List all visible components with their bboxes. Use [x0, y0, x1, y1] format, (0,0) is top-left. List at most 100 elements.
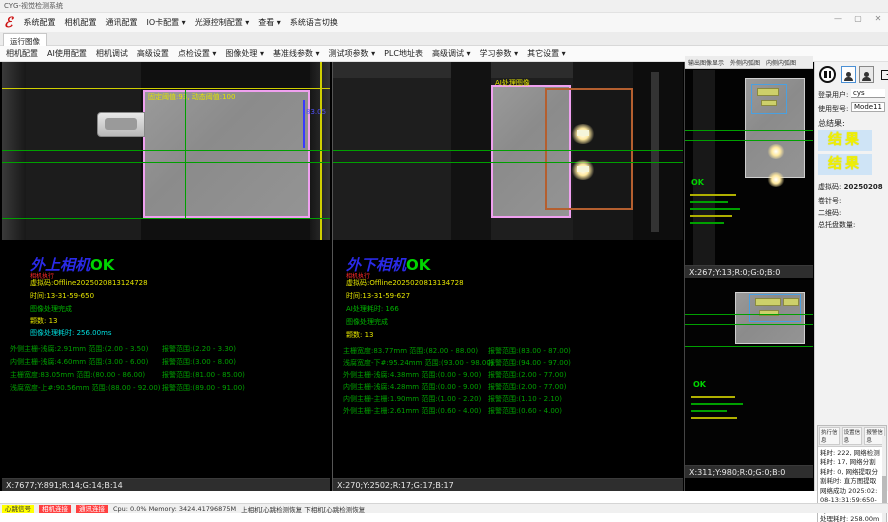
tool-other-settings[interactable]: 其它设置 ▾ [527, 48, 566, 59]
tool-camera-debug[interactable]: 相机调试 [96, 48, 128, 59]
measurement-row: 外侧主栅-浅腐:4.38mm 范围:(0.00 - 9.00) [343, 370, 481, 380]
yellow-edge-line [320, 62, 322, 240]
maximize-button[interactable]: ▢ [852, 14, 864, 23]
mini-text-bar [690, 194, 736, 196]
tray-count-label: 总托盘数量: [818, 220, 855, 230]
time-text: 时间:13-31-59-650 [30, 291, 94, 301]
camera-status-lower: X:270;Y:2502;R:17;G:17;B:17 [333, 478, 683, 491]
cpu-memory-text: Cpu: 0.0% Memory: 3424.41796875M [113, 505, 236, 513]
right-sidebar: 登录用户: cys 使用型号: Mode11 总结果: 结果 结果 虚拟码: 2… [814, 62, 888, 491]
mini-roi-box [751, 84, 787, 114]
log-tab-settings[interactable]: 设置信息 [842, 427, 863, 445]
tool-camera-config[interactable]: 相机配置 [6, 48, 38, 59]
person-icon [864, 72, 869, 77]
mini-ok-badge: OK [693, 380, 706, 389]
measurement-row: 外侧主栅-主栅:2.61mm 范围:(0.60 - 4.00) [343, 406, 481, 416]
time-text: 时间:13-31-59-627 [346, 291, 410, 301]
minimize-button[interactable]: — [832, 14, 844, 23]
tool-spot-check[interactable]: 点检设置 ▾ [178, 48, 217, 59]
log-tab-run[interactable]: 执行信息 [819, 427, 840, 445]
tool-plc-table[interactable]: PLC地址表 [384, 48, 423, 59]
tool-test-params[interactable]: 测试项参数 ▾ [329, 48, 376, 59]
app-window: CYG-视觉检测系统 ℰ 系统配置 相机配置 通讯配置 IO卡配置 ▾ 光源控制… [0, 0, 888, 522]
mini-text-bar [690, 215, 732, 217]
tab-inner-arc[interactable]: 内侧内弧图 [766, 58, 796, 67]
menu-language-switch[interactable]: 系统语言切换 [290, 17, 338, 28]
count-text: 颗数: 13 [346, 330, 374, 340]
measure-line [2, 162, 330, 163]
alarm-range: 报警范围:(89.00 - 91.00) [162, 383, 245, 393]
menu-camera-config[interactable]: 相机配置 [64, 17, 96, 28]
measurement-row: 内侧主栅-浅腐:4.28mm 范围:(0.00 - 9.00) [343, 382, 481, 392]
mini-ok-badge: OK [691, 178, 704, 187]
model-label: 使用型号: [818, 104, 848, 114]
small-camera-bottom[interactable]: OK [685, 280, 813, 465]
alarm-range: 报警范围:(1.10 - 2.10) [488, 394, 562, 404]
camera-result-lower: 外下相机OK 相机执行 虚拟码:Offline2025020813134728 … [333, 240, 683, 478]
threshold-overlay-text: 固定阈值:93, 动态阈值:100 [148, 92, 235, 102]
menu-bar: ℰ 系统配置 相机配置 通讯配置 IO卡配置 ▾ 光源控制配置 ▾ 查看 ▾ 系… [0, 13, 888, 32]
small-camera-top[interactable]: OK [685, 70, 813, 265]
mini-text-bar [691, 410, 727, 412]
login-user-value[interactable]: cys [851, 89, 885, 98]
measure-vline [185, 90, 186, 218]
camera-image-lower[interactable]: AI处理图像 [333, 62, 683, 240]
tool-advanced-settings[interactable]: 高级设置 [137, 48, 169, 59]
camera-heartbeat-text: 上相机[心跳检测恢复 下相机[心跳检测恢复 [241, 504, 365, 514]
pause-button[interactable] [819, 66, 836, 83]
operator-button[interactable] [859, 66, 874, 83]
menu-comm-config[interactable]: 通讯配置 [105, 17, 137, 28]
mini-line [685, 324, 813, 325]
tab-outer-arc[interactable]: 外侧内弧图 [730, 58, 760, 67]
mini-line [685, 346, 813, 347]
camera-ok-badge: OK [406, 256, 430, 274]
status-bar: 心跳信号 相机连接 通讯连接 Cpu: 0.0% Memory: 3424.41… [0, 503, 888, 513]
tool-baseline-params[interactable]: 基准线参数 ▾ [273, 48, 320, 59]
alarm-range: 报警范围:(83.00 - 87.00) [488, 346, 571, 356]
exit-button[interactable] [876, 65, 888, 84]
yellow-reference-line [2, 88, 330, 89]
model-value[interactable]: Mode11 [851, 102, 885, 112]
mini-text-bar [690, 222, 724, 224]
ai-time-text: AI处理耗时: 166 [346, 304, 399, 314]
camera-status-upper: X:7677;Y:891;R:14;G:14;B:14 [2, 478, 330, 491]
bg-column [451, 62, 491, 240]
mini-text-bar [691, 403, 743, 405]
alarm-range: 报警范围:(94.00 - 97.00) [488, 358, 571, 368]
tool-ai-config[interactable]: AI使用配置 [47, 48, 87, 59]
reflection-glow [767, 172, 785, 187]
alarm-range: 报警范围:(3.00 - 8.00) [162, 357, 236, 367]
tab-run-image[interactable]: 运行图像 [3, 33, 47, 46]
pause-icon [824, 71, 827, 78]
tool-learn-params[interactable]: 学习参数 ▾ [480, 48, 519, 59]
measure-line [333, 162, 683, 163]
bright-bar [577, 166, 589, 172]
close-button[interactable]: ✕ [872, 14, 884, 23]
small-camera-tabs: 输出图像显示 外侧内弧图 内侧内弧图 [685, 56, 813, 69]
reel-number-label: 卷针号: [818, 196, 841, 206]
log-scroll-thumb[interactable] [882, 476, 886, 506]
tab-output-image[interactable]: 输出图像显示 [688, 58, 724, 67]
mini-line [685, 314, 813, 315]
camera-panel-lower: AI处理图像 外下相机OK 相机执行 虚拟码:Offline2025020813… [332, 62, 682, 491]
count-text: 颗数: 13 [30, 316, 58, 326]
menu-io-config[interactable]: IO卡配置 ▾ [146, 17, 185, 28]
user-camera-button[interactable] [841, 66, 856, 83]
main-view: 固定阈值:93, 动态阈值:100 83.05 外上相机OK 相机执行 虚拟码:… [0, 62, 888, 491]
alarm-range: 报警范围:(2.00 - 77.00) [488, 370, 566, 380]
menu-system-config[interactable]: 系统配置 [23, 17, 55, 28]
measurement-row: 浅腐宽度-上#:90.56mm 范围:(88.00 - 92.00) [10, 383, 161, 393]
exit-door-icon [881, 70, 888, 80]
qr-code-label: 二维码: [818, 208, 841, 218]
camera-panel-upper: 固定阈值:93, 动态阈值:100 83.05 外上相机OK 相机执行 虚拟码:… [2, 62, 330, 491]
camera-result-upper: 外上相机OK 相机执行 虚拟码:Offline2025020813124728 … [2, 240, 330, 478]
camera-image-upper[interactable]: 固定阈值:93, 动态阈值:100 83.05 [2, 62, 330, 240]
product-region-upper [143, 90, 310, 218]
menu-light-config[interactable]: 光源控制配置 ▾ [195, 17, 250, 28]
mini-text-bar [690, 208, 740, 210]
tool-image-process[interactable]: 图像处理 ▾ [225, 48, 264, 59]
elapsed-text: 图像处理耗时: 256.00ms [30, 328, 112, 338]
window-title: CYG-视觉检测系统 [4, 2, 63, 10]
menu-view[interactable]: 查看 ▾ [258, 17, 281, 28]
tool-advanced-debug[interactable]: 高级调试 ▾ [432, 48, 471, 59]
